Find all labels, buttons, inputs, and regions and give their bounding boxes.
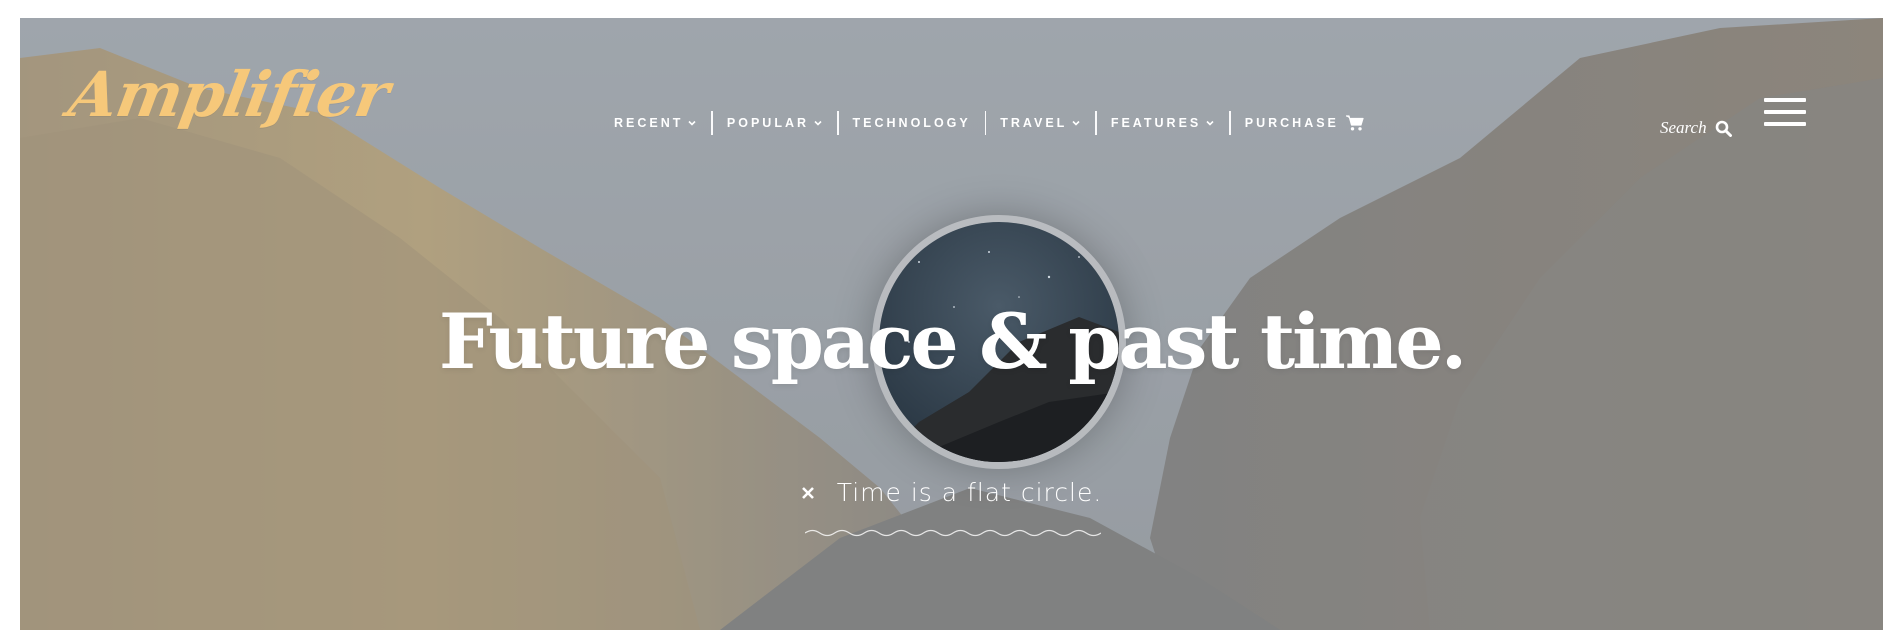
- nav-item-travel[interactable]: TRAVEL: [986, 112, 1095, 134]
- nav-item-recent[interactable]: RECENT: [600, 112, 711, 134]
- cart-icon: [1345, 115, 1364, 131]
- nav-item-label: RECENT: [614, 116, 684, 130]
- search-icon: [1715, 120, 1732, 137]
- hero-banner: Amplifier RECENT POPULAR TECHNOLOGY TRAV…: [20, 18, 1883, 630]
- tagline-text: Time is a flat circle.: [836, 478, 1103, 507]
- nav-item-label: TRAVEL: [1000, 116, 1068, 130]
- nav-item-label: PURCHASE: [1244, 116, 1339, 130]
- hamburger-icon[interactable]: [1764, 98, 1806, 128]
- wavy-underline-divider: [805, 529, 1101, 537]
- search-button[interactable]: Search: [1660, 118, 1732, 138]
- nav-item-label: POPULAR: [726, 116, 810, 130]
- nav-item-popular[interactable]: POPULAR: [713, 112, 837, 134]
- hero-tagline: Time is a flat circle.: [20, 478, 1883, 507]
- chevron-down-icon: [1072, 120, 1080, 126]
- chevron-down-icon: [1206, 120, 1214, 126]
- chevron-down-icon: [688, 120, 696, 126]
- nav-item-features[interactable]: FEATURES: [1097, 112, 1229, 134]
- nav-item-purchase[interactable]: PURCHASE: [1231, 112, 1379, 134]
- search-label: Search: [1660, 118, 1707, 137]
- nav-item-label: FEATURES: [1110, 116, 1202, 130]
- main-navigation: RECENT POPULAR TECHNOLOGY TRAVEL FEATURE…: [600, 102, 1379, 144]
- nav-item-technology[interactable]: TECHNOLOGY: [839, 112, 985, 134]
- nav-item-label: TECHNOLOGY: [852, 116, 971, 130]
- close-icon[interactable]: [801, 486, 815, 500]
- site-logo[interactable]: Amplifier: [64, 58, 394, 131]
- chevron-down-icon: [814, 120, 822, 126]
- hero-headline: Future space & past time.: [438, 297, 1467, 386]
